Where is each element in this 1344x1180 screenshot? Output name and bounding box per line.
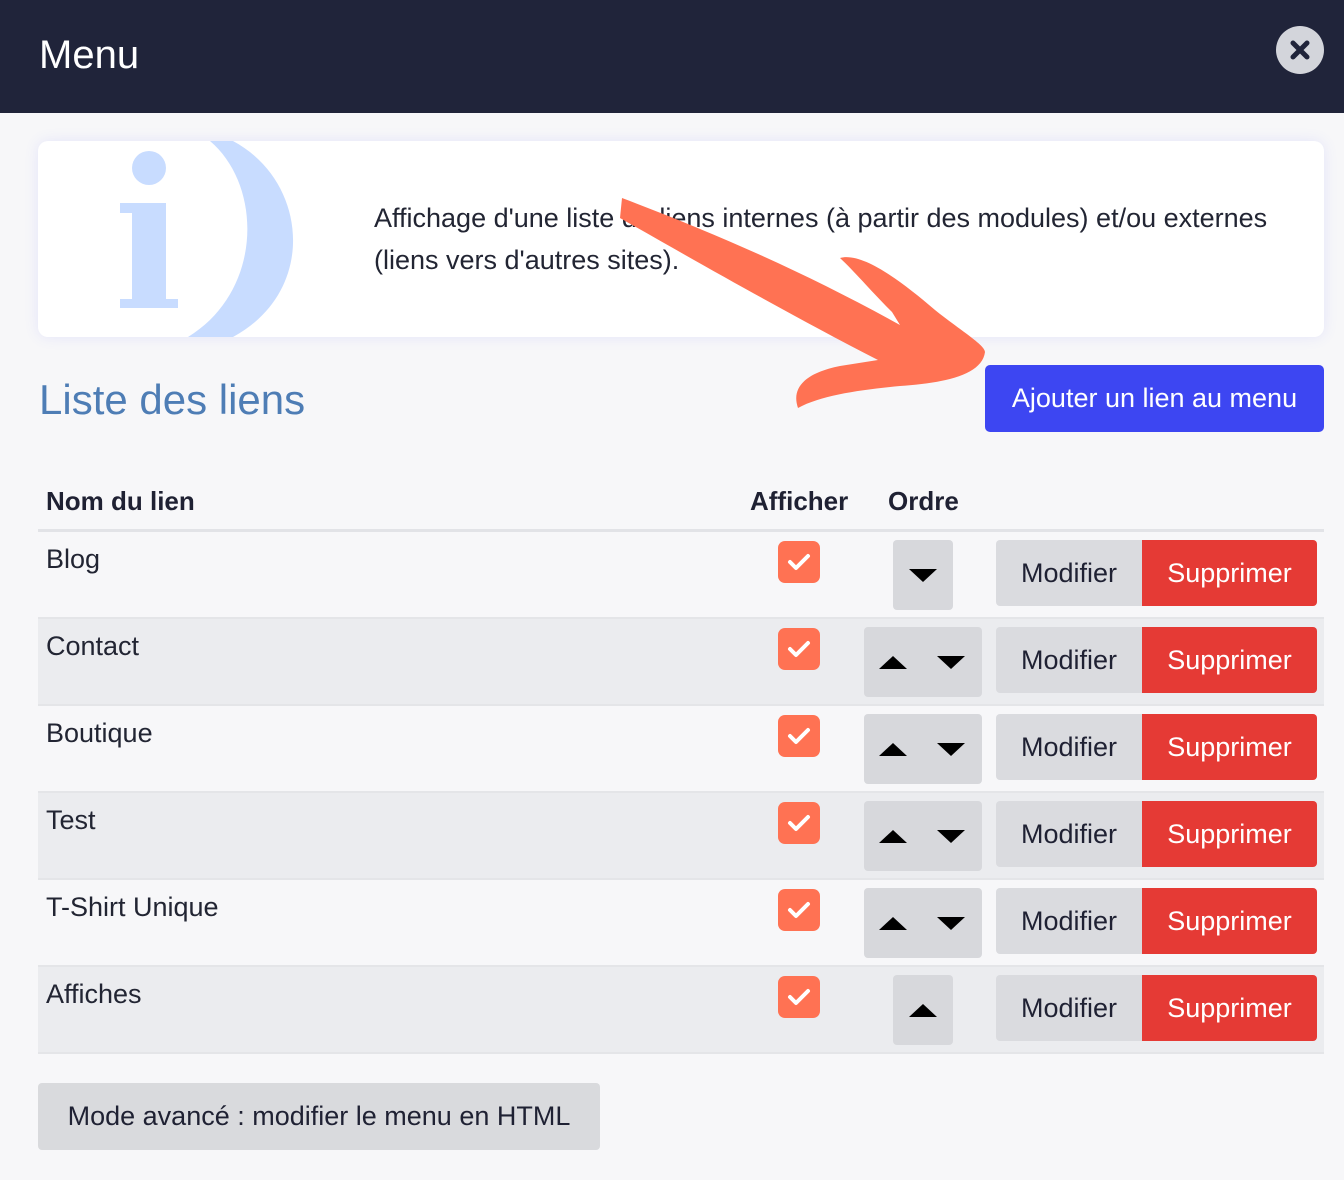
check-icon [788,989,810,1005]
link-name: Affiches [46,979,142,1009]
move-down-button[interactable] [922,714,980,784]
modify-button[interactable]: Modifier [996,627,1142,693]
show-checkbox[interactable] [778,976,820,1018]
table-header: Nom du lien Afficher Ordre [38,478,1324,532]
order-controls [893,975,953,1045]
header-show: Afficher [750,486,849,516]
check-icon [788,902,810,918]
move-up-button[interactable] [894,975,952,1045]
order-controls [893,540,953,610]
caret-down-icon [937,830,965,843]
caret-up-icon [879,917,907,930]
order-controls [864,627,982,697]
caret-down-icon [937,743,965,756]
show-checkbox[interactable] [778,802,820,844]
show-checkbox[interactable] [778,628,820,670]
show-checkbox[interactable] [778,715,820,757]
modify-button[interactable]: Modifier [996,801,1142,867]
table-row: Blog Modifier Supprimer [38,532,1324,619]
modal-header: Menu [0,0,1344,113]
move-down-button[interactable] [922,888,980,958]
show-checkbox[interactable] [778,541,820,583]
move-down-button[interactable] [894,540,952,610]
caret-down-icon [937,656,965,669]
delete-button[interactable]: Supprimer [1142,975,1317,1041]
move-down-button[interactable] [922,801,980,871]
check-icon [788,641,810,657]
move-up-button[interactable] [864,801,922,871]
add-link-button[interactable]: Ajouter un lien au menu [985,365,1324,432]
table-row: Contact Modifier Supprimer [38,619,1324,706]
order-controls [864,801,982,871]
link-name: Contact [46,631,140,661]
modify-button[interactable]: Modifier [996,714,1142,780]
delete-button[interactable]: Supprimer [1142,627,1317,693]
modify-button[interactable]: Modifier [996,540,1142,606]
link-name: Boutique [46,718,153,748]
modify-button[interactable]: Modifier [996,975,1142,1041]
header-order: Ordre [888,486,959,516]
delete-button[interactable]: Supprimer [1142,801,1317,867]
close-icon [1290,40,1310,60]
caret-up-icon [909,1004,937,1017]
close-button[interactable] [1276,26,1324,74]
check-icon [788,554,810,570]
move-up-button[interactable] [864,714,922,784]
order-controls [864,888,982,958]
advanced-mode-button[interactable]: Mode avancé : modifier le menu en HTML [38,1083,600,1150]
check-icon [788,815,810,831]
link-name: Test [46,805,96,835]
caret-down-icon [937,917,965,930]
link-name: T-Shirt Unique [46,892,219,922]
caret-up-icon [879,656,907,669]
header-name: Nom du lien [46,486,195,516]
delete-button[interactable]: Supprimer [1142,540,1317,606]
annotation-arrow-icon [620,198,985,408]
caret-up-icon [879,830,907,843]
table-row: Boutique Modifier Supprimer [38,706,1324,793]
check-icon [788,728,810,744]
order-controls [864,714,982,784]
caret-up-icon [879,743,907,756]
section-title: Liste des liens [39,376,306,423]
caret-down-icon [909,569,937,582]
show-checkbox[interactable] [778,889,820,931]
delete-button[interactable]: Supprimer [1142,888,1317,954]
link-name: Blog [46,544,101,574]
move-up-button[interactable] [864,627,922,697]
move-up-button[interactable] [864,888,922,958]
delete-button[interactable]: Supprimer [1142,714,1317,780]
table-row: T-Shirt Unique Modifier Supprimer [38,880,1324,967]
modify-button[interactable]: Modifier [996,888,1142,954]
info-icon [120,141,294,337]
table-row: Test Modifier Supprimer [38,793,1324,880]
move-down-button[interactable] [922,627,980,697]
table-row: Affiches Modifier Supprimer [38,967,1324,1054]
modal-title: Menu [39,33,140,77]
